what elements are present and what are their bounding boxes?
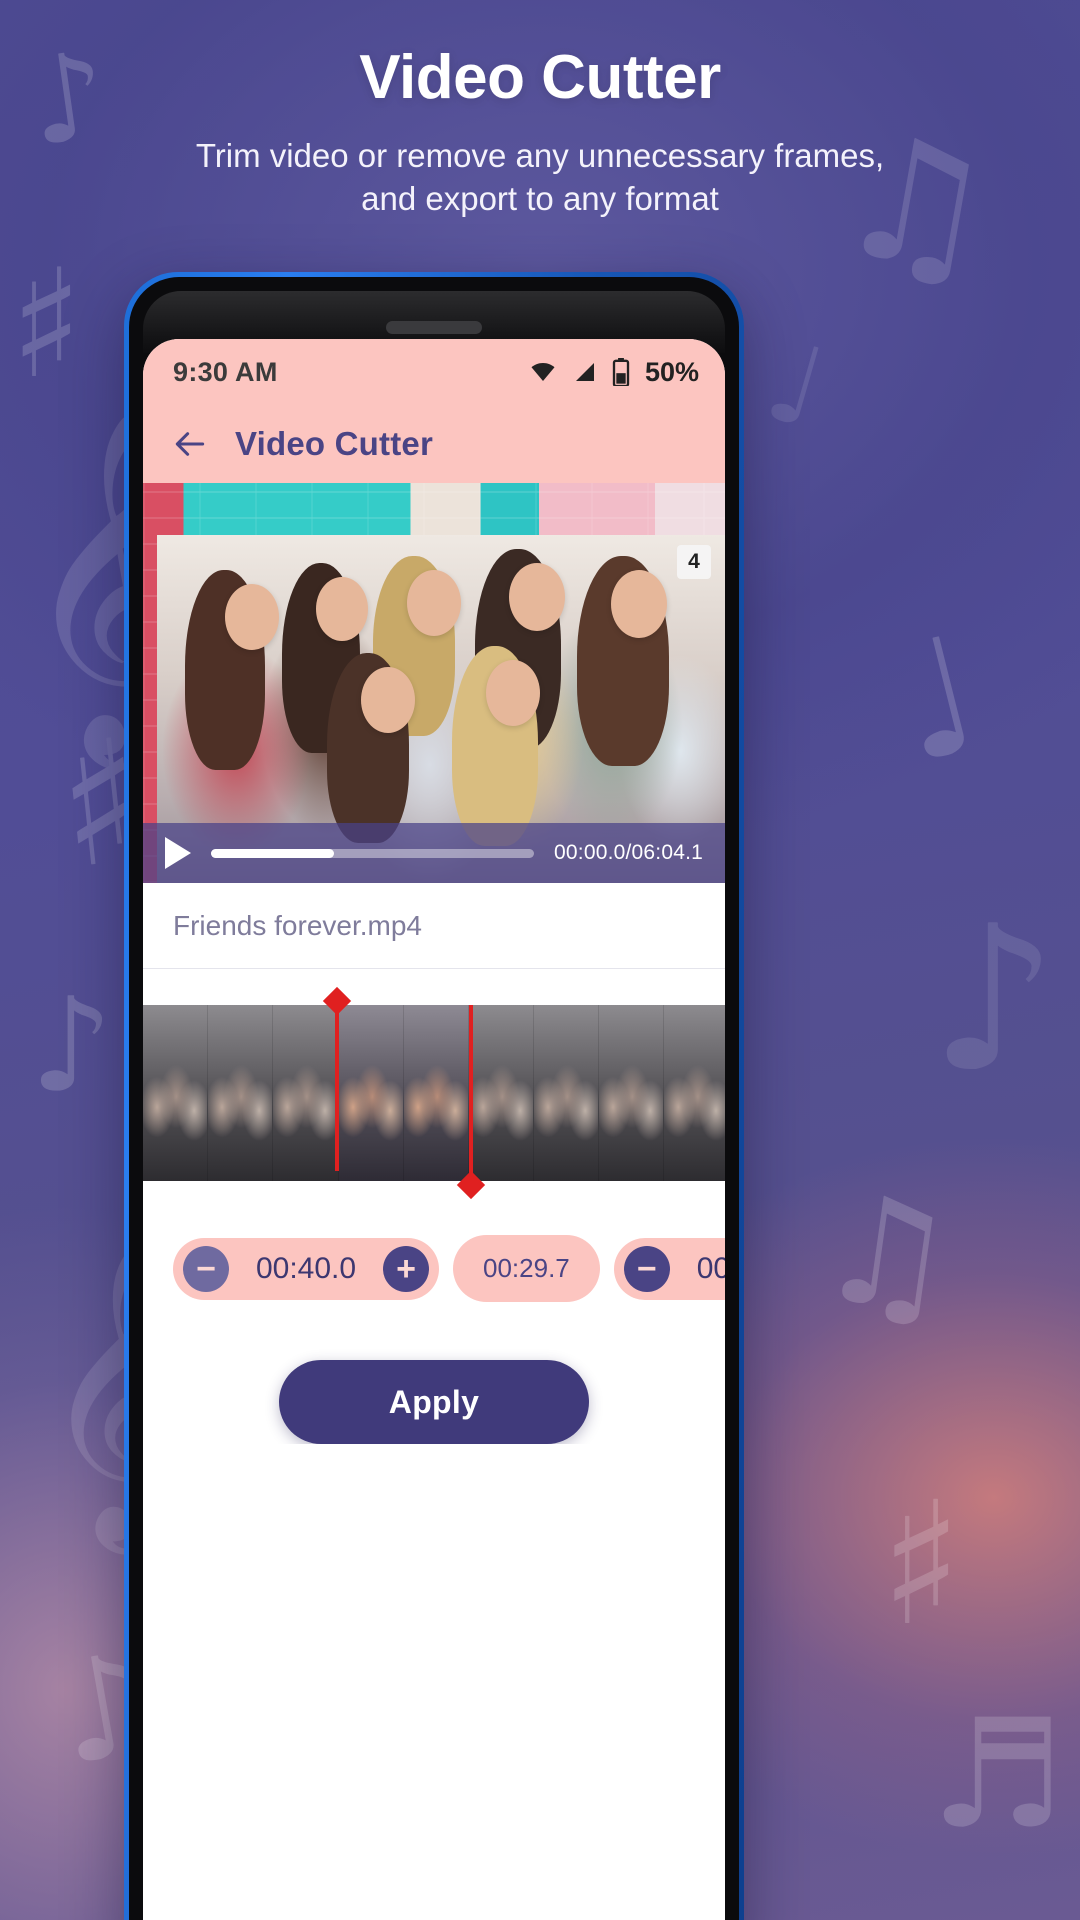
filmstrip <box>143 1005 725 1181</box>
trim-end-decrease-button[interactable]: − <box>623 1245 670 1292</box>
video-preview[interactable]: 4 00:00.0/06:04.1 <box>143 483 725 883</box>
filmstrip-frame <box>664 1005 725 1181</box>
filmstrip-frame <box>468 1005 535 1181</box>
frame-count-badge: 4 <box>677 545 711 579</box>
status-bar-icons: 50% <box>528 357 699 388</box>
trim-end-handle[interactable] <box>468 1005 473 1189</box>
apply-section: Apply <box>143 1302 725 1444</box>
filmstrip-frame <box>534 1005 600 1181</box>
filename-row[interactable]: Friends forever.mp4 <box>143 883 725 969</box>
filmstrip-frame <box>338 1005 404 1181</box>
app-bar-title: Video Cutter <box>235 425 433 462</box>
trim-start-handle[interactable] <box>335 999 340 1171</box>
filmstrip-frame <box>403 1005 469 1181</box>
filmstrip-frame <box>273 1005 339 1181</box>
trim-duration-value: 00:29.7 <box>483 1253 570 1283</box>
trim-end-value: 00:39.5 <box>696 1251 725 1285</box>
trim-duration-pill: 00:29.7 <box>453 1235 600 1302</box>
page-title: Video Cutter <box>359 43 721 112</box>
timeline-strip[interactable] <box>143 986 725 1200</box>
video-progress-slider[interactable] <box>211 848 535 858</box>
video-progress-fill <box>211 848 334 858</box>
trim-start-increase-button[interactable]: + <box>383 1245 429 1292</box>
status-bar: 9:30 AM 50% <box>143 339 725 405</box>
apply-button[interactable]: Apply <box>279 1360 589 1444</box>
phone-mockup: 9:30 AM 50% Video Cutter 4 00:00.0/06:04… <box>124 272 744 1920</box>
battery-icon <box>612 358 630 386</box>
signal-icon <box>571 360 599 384</box>
play-icon[interactable] <box>165 837 191 869</box>
filmstrip-frame <box>599 1005 665 1181</box>
filename-label: Friends forever.mp4 <box>173 909 422 941</box>
earpiece-speaker <box>386 321 482 334</box>
trim-end-stepper: − 00:39.5 + <box>613 1237 725 1300</box>
trim-start-value: 00:40.0 <box>255 1251 357 1285</box>
phone-body: 9:30 AM 50% Video Cutter 4 00:00.0/06:04… <box>129 277 739 1920</box>
app-bar: Video Cutter <box>143 405 725 483</box>
promo-header: Video Cutter Trim video or remove any un… <box>0 42 1080 221</box>
trim-start-decrease-button[interactable]: − <box>183 1245 229 1292</box>
trim-start-stepper: − 00:40.0 + <box>173 1237 439 1300</box>
video-player-controls: 00:00.0/06:04.1 <box>143 823 725 883</box>
filmstrip-frame <box>143 1005 209 1181</box>
phone-screen: 9:30 AM 50% Video Cutter 4 00:00.0/06:04… <box>143 339 725 1920</box>
status-bar-time: 9:30 AM <box>173 356 278 387</box>
video-time-display: 00:00.0/06:04.1 <box>554 841 703 864</box>
filmstrip-frame <box>208 1005 274 1181</box>
screen-empty-area <box>143 1444 725 1920</box>
filename-spacer <box>143 969 725 993</box>
wifi-icon <box>528 360 558 384</box>
back-arrow-icon[interactable] <box>171 425 209 463</box>
trim-controls: − 00:40.0 + 00:29.7 − 00:39.5 + <box>143 1193 725 1302</box>
page-subtitle: Trim video or remove any unnecessary fra… <box>195 137 885 217</box>
battery-percent: 50% <box>644 356 699 387</box>
